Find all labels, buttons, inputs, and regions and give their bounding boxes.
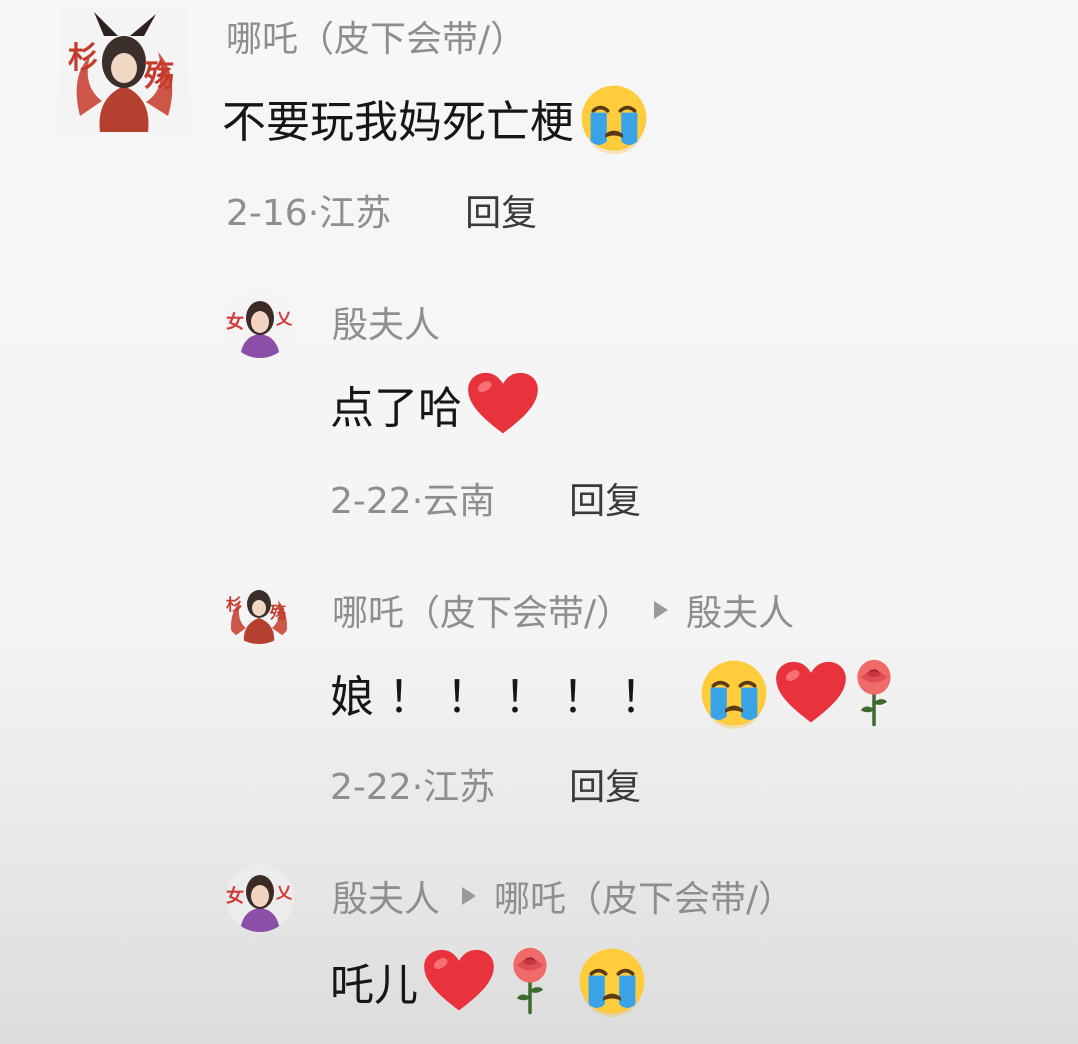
- reply-button[interactable]: 回复: [569, 758, 641, 810]
- comment-text: 娘！！！！！: [330, 658, 896, 728]
- comment-author[interactable]: 殷夫人: [332, 296, 440, 348]
- reply-arrow-icon: [462, 887, 477, 905]
- comment-meta: 2-22·江苏 回复: [330, 758, 641, 810]
- svg-text:殇: 殇: [143, 59, 174, 94]
- svg-text:乂: 乂: [275, 309, 293, 328]
- svg-text:乂: 乂: [275, 883, 293, 902]
- avatar-yin-furen[interactable]: 女 乂: [226, 290, 294, 358]
- reply-to-name[interactable]: 殷夫人: [686, 584, 794, 636]
- svg-text:女: 女: [226, 311, 244, 333]
- avatar-yin-furen[interactable]: 女 乂: [226, 864, 294, 932]
- avatar-nezha[interactable]: 杉 殇: [224, 574, 294, 644]
- comment-author[interactable]: 殷夫人 哪吒（皮下会带/）: [332, 870, 794, 922]
- svg-text:殇: 殇: [269, 603, 286, 622]
- comment-author-name[interactable]: 哪吒（皮下会带/）: [226, 10, 526, 62]
- comment-meta: 2-22·云南 回复: [330, 472, 641, 524]
- reply-button[interactable]: 回复: [569, 472, 641, 524]
- comment-author-name[interactable]: 哪吒（皮下会带/）: [332, 584, 632, 636]
- crying-face-icon: [698, 657, 770, 729]
- avatar-nezha[interactable]: 杉 殇: [60, 6, 188, 134]
- rose-icon: [852, 658, 896, 728]
- comment-text: 吒儿: [330, 944, 648, 1018]
- comment-text-body: 点了哈: [330, 383, 462, 434]
- rose-icon: [508, 946, 552, 1016]
- comment-meta: 2-16·江苏 回复: [226, 184, 537, 236]
- crying-face-icon: [578, 82, 650, 154]
- comment-text: 不要玩我妈死亡梗: [222, 86, 650, 150]
- comment-author[interactable]: 哪吒（皮下会带/） 殷夫人: [332, 584, 794, 636]
- crying-face-icon: [576, 945, 648, 1017]
- svg-text:杉: 杉: [68, 41, 98, 76]
- reply-button[interactable]: 回复: [465, 184, 537, 236]
- svg-text:杉: 杉: [226, 595, 242, 614]
- red-heart-icon: [422, 948, 496, 1014]
- comment-date-location: 2-16·江苏: [226, 193, 392, 234]
- reply-to-name[interactable]: 哪吒（皮下会带/）: [494, 870, 794, 922]
- comment-author-name[interactable]: 殷夫人: [332, 296, 440, 348]
- red-heart-icon: [774, 660, 848, 726]
- comment-text-body: 娘！！！！！: [330, 672, 678, 723]
- svg-text:女: 女: [226, 885, 244, 907]
- comment-text-body: 吒儿: [330, 960, 418, 1011]
- comment-date-location: 2-22·云南: [330, 481, 496, 522]
- comment-date-location: 2-22·江苏: [330, 767, 496, 808]
- comment-text: 点了哈: [330, 372, 540, 436]
- comment-author[interactable]: 哪吒（皮下会带/）: [226, 10, 526, 62]
- comment-author-name[interactable]: 殷夫人: [332, 870, 440, 922]
- comment-text-body: 不要玩我妈死亡梗: [222, 97, 574, 148]
- red-heart-icon: [466, 371, 540, 437]
- reply-arrow-icon: [654, 601, 669, 619]
